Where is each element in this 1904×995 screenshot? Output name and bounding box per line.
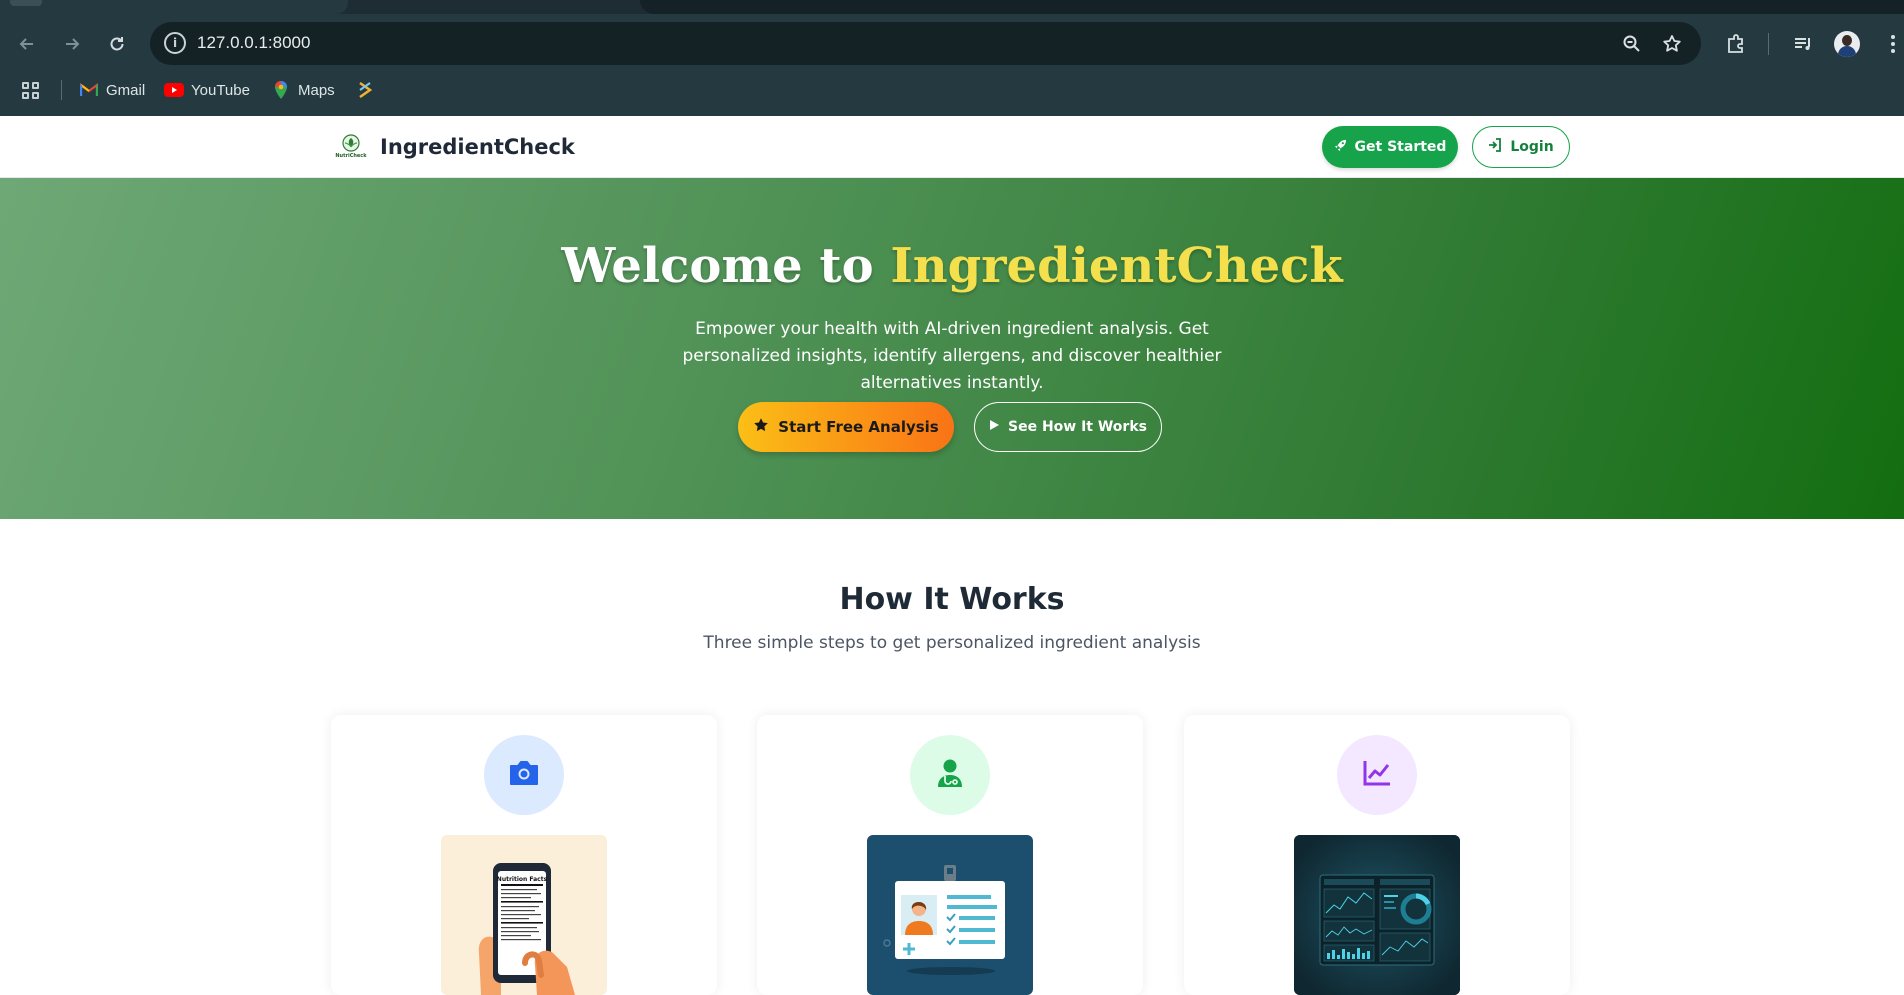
start-free-analysis-label: Start Free Analysis (778, 418, 939, 436)
how-it-works-title: How It Works (839, 582, 1065, 617)
phone-nutrition-label-illustration: Nutrition Facts (441, 835, 607, 995)
camera-icon (508, 759, 540, 791)
apps-grid-icon[interactable] (22, 82, 40, 100)
media-queue-icon[interactable] (1790, 31, 1816, 57)
hero-title-prefix: Welcome to (561, 238, 891, 294)
chart-line-icon (1362, 759, 1392, 791)
analytics-dashboard-illustration (1294, 835, 1460, 995)
active-tab[interactable] (0, 0, 348, 14)
zoom-icon[interactable] (1620, 32, 1644, 56)
svg-text:Nutrition Facts: Nutrition Facts (497, 876, 548, 883)
see-how-it-works-label: See How It Works (1008, 419, 1147, 435)
tab-favicon (10, 0, 42, 6)
brand-logo[interactable]: NutriCheck (335, 133, 367, 163)
bookmark-logo-icon (355, 81, 375, 99)
hero-title-highlight: IngredientCheck (890, 238, 1343, 294)
bookmark-star-icon[interactable] (1660, 32, 1684, 56)
step-card-insights (1184, 715, 1570, 995)
health-profile-card-illustration (867, 835, 1033, 995)
get-started-button[interactable]: Get Started (1322, 126, 1458, 168)
hero-title: Welcome to IngredientCheck (0, 238, 1904, 294)
address-bar[interactable]: i 127.0.0.1:8000 (150, 22, 1701, 65)
more-menu-icon[interactable] (1880, 31, 1904, 57)
bookmark-separator (61, 80, 62, 100)
rocket-icon (1334, 139, 1347, 156)
bookmark-gmail[interactable]: Gmail (79, 79, 145, 101)
bookmark-label: Maps (298, 81, 335, 99)
play-icon (989, 419, 1000, 435)
brand-name[interactable]: IngredientCheck (380, 135, 575, 159)
how-it-works-subtitle: Three simple steps to get personalized i… (703, 633, 1201, 653)
reload-icon[interactable] (102, 29, 132, 59)
bookmark-extra[interactable] (355, 79, 375, 101)
see-how-it-works-button[interactable]: See How It Works (974, 402, 1162, 452)
bookmark-maps[interactable]: Maps (271, 79, 335, 101)
browser-chrome: i 127.0.0.1:8000 Gmail YouTube Maps (0, 0, 1904, 116)
step-icon-circle (910, 735, 990, 815)
step-card-profile (757, 715, 1143, 995)
sign-in-icon (1488, 138, 1502, 156)
step-icon-circle (1337, 735, 1417, 815)
forward-arrow-icon[interactable] (57, 29, 87, 59)
youtube-icon (164, 82, 184, 98)
logo-wordmark: NutriCheck (335, 153, 367, 159)
step-icon-circle (484, 735, 564, 815)
star-icon (753, 417, 769, 437)
start-free-analysis-button[interactable]: Start Free Analysis (738, 402, 954, 452)
profile-avatar[interactable] (1834, 31, 1860, 57)
hero-subtitle: Empower your health with AI-driven ingre… (682, 319, 1222, 393)
login-button[interactable]: Login (1472, 126, 1570, 168)
gmail-icon (79, 82, 99, 98)
tab-strip (0, 0, 1904, 14)
inactive-tab-area[interactable] (640, 0, 1904, 14)
bookmark-label: Gmail (106, 81, 146, 99)
hero-section: Welcome to IngredientCheck Empower your … (0, 178, 1904, 519)
get-started-label: Get Started (1354, 139, 1447, 155)
site-navbar: NutriCheck IngredientCheck Get Started L… (0, 116, 1904, 178)
bookmark-label: YouTube (191, 81, 250, 99)
login-label: Login (1510, 139, 1554, 155)
toolbar-divider (1768, 33, 1769, 55)
site-info-icon[interactable]: i (164, 32, 186, 54)
step-card-scan: Nutrition Facts (331, 715, 717, 995)
extensions-icon[interactable] (1723, 31, 1749, 57)
maps-pin-icon (271, 81, 291, 99)
url-text[interactable]: 127.0.0.1:8000 (197, 33, 310, 53)
doctor-user-icon (936, 758, 964, 792)
back-arrow-icon[interactable] (12, 29, 42, 59)
bookmark-youtube[interactable]: YouTube (164, 79, 250, 101)
